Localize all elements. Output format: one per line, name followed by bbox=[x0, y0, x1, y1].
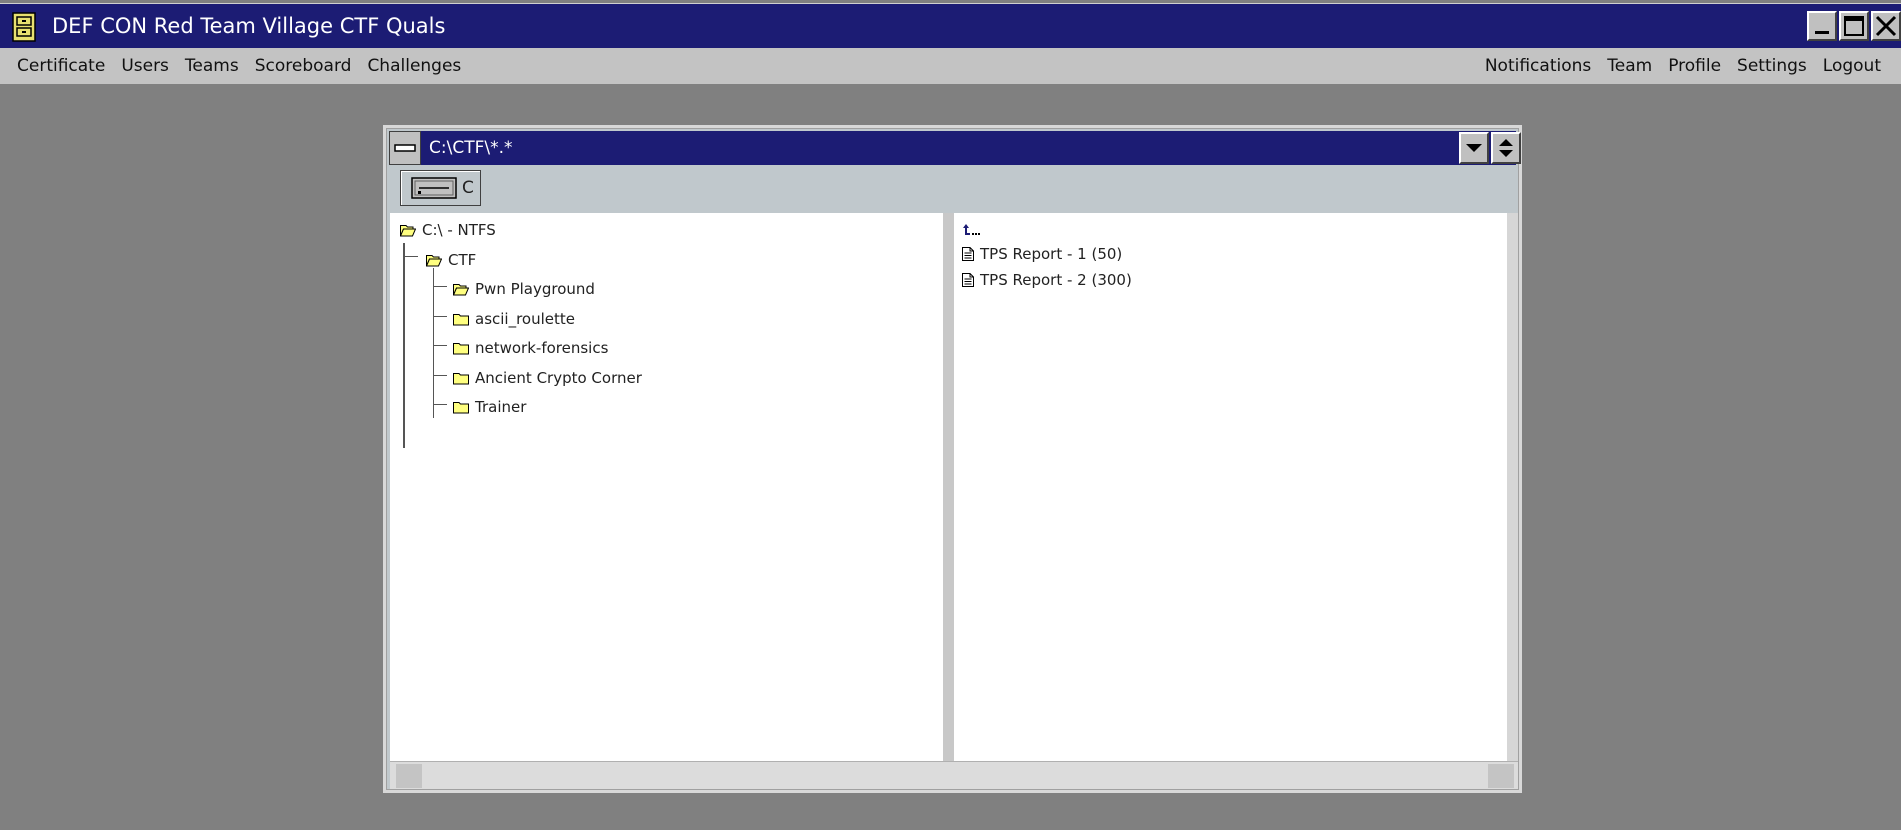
menu-profile[interactable]: Profile bbox=[1660, 48, 1729, 84]
tree-item-label: CTF bbox=[448, 251, 477, 269]
app-titlebar: DEF CON Red Team Village CTF Quals bbox=[0, 3, 1901, 48]
folder-icon bbox=[453, 401, 469, 413]
file-item-tps-report-1[interactable]: TPS Report - 1 (50) bbox=[962, 243, 1122, 265]
tree-item-label: ascii_roulette bbox=[475, 310, 575, 328]
maximize-button[interactable] bbox=[1839, 11, 1869, 41]
arrow-up-down-icon bbox=[1499, 139, 1513, 157]
file-item-label: TPS Report - 1 (50) bbox=[980, 245, 1123, 263]
document-icon bbox=[962, 247, 974, 261]
menu-settings[interactable]: Settings bbox=[1729, 48, 1815, 84]
close-button[interactable] bbox=[1871, 11, 1901, 41]
menu-logout[interactable]: Logout bbox=[1815, 48, 1889, 84]
horizontal-scrollbar[interactable] bbox=[390, 761, 1518, 789]
close-icon bbox=[1875, 15, 1897, 37]
tree-item-label: Trainer bbox=[475, 398, 527, 416]
menu-right: Notifications Team Profile Settings Logo… bbox=[1477, 48, 1889, 84]
menu-scoreboard[interactable]: Scoreboard bbox=[247, 48, 360, 84]
parent-directory-item[interactable] bbox=[962, 218, 988, 242]
menu-team[interactable]: Team bbox=[1599, 48, 1660, 84]
file-manager-titlebar: C:\CTF\*.* bbox=[389, 131, 1521, 165]
drive-c-button[interactable]: C bbox=[400, 170, 481, 206]
minimize-icon bbox=[1815, 31, 1829, 34]
tree-item-label: Ancient Crypto Corner bbox=[475, 369, 642, 387]
drive-icon bbox=[411, 177, 457, 199]
tree-item-ascii-roulette[interactable]: ascii_roulette bbox=[453, 307, 575, 331]
file-item-label: TPS Report - 2 (300) bbox=[980, 271, 1132, 289]
window-minimize-button[interactable] bbox=[1459, 132, 1489, 164]
drive-bar: C bbox=[389, 165, 1516, 213]
window-restore-button[interactable] bbox=[1491, 132, 1521, 164]
arrow-down-icon bbox=[1466, 144, 1482, 152]
tree-root-drive[interactable]: C:\ - NTFS bbox=[400, 218, 496, 242]
pane-splitter[interactable] bbox=[943, 213, 954, 761]
file-manager-title: C:\CTF\*.* bbox=[429, 138, 513, 158]
menu-teams[interactable]: Teams bbox=[177, 48, 247, 84]
open-folder-icon bbox=[426, 254, 442, 266]
tree-item-network-forensics[interactable]: network-forensics bbox=[453, 336, 608, 360]
folder-icon bbox=[453, 342, 469, 354]
open-folder-icon bbox=[453, 283, 469, 295]
scroll-right-button[interactable] bbox=[1488, 764, 1514, 788]
tree-item-pwn-playground[interactable]: Pwn Playground bbox=[453, 277, 595, 301]
scroll-left-button[interactable] bbox=[396, 764, 422, 788]
menu-notifications[interactable]: Notifications bbox=[1477, 48, 1599, 84]
folder-icon bbox=[453, 313, 469, 325]
tree-root-label: C:\ - NTFS bbox=[422, 221, 496, 239]
open-folder-icon bbox=[400, 224, 416, 236]
tree-item-ctf[interactable]: CTF bbox=[426, 248, 476, 272]
menu-certificate[interactable]: Certificate bbox=[17, 48, 113, 84]
app-title: DEF CON Red Team Village CTF Quals bbox=[52, 14, 446, 38]
menu-users[interactable]: Users bbox=[113, 48, 177, 84]
system-menu-icon bbox=[394, 144, 416, 152]
drive-label: C bbox=[462, 178, 474, 198]
tree-item-ancient-crypto-corner[interactable]: Ancient Crypto Corner bbox=[453, 366, 642, 390]
tree-item-trainer[interactable]: Trainer bbox=[453, 395, 526, 419]
folder-icon bbox=[453, 372, 469, 384]
menubar: Certificate Users Teams Scoreboard Chall… bbox=[0, 48, 1901, 84]
directory-tree-pane[interactable]: C:\ - NTFS CTF Pwn Playground ascii_roul… bbox=[390, 213, 943, 761]
menu-challenges[interactable]: Challenges bbox=[359, 48, 469, 84]
maximize-icon bbox=[1844, 16, 1864, 36]
file-cabinet-icon[interactable] bbox=[12, 12, 36, 42]
menu-left: Certificate Users Teams Scoreboard Chall… bbox=[17, 48, 469, 84]
file-list-pane[interactable]: TPS Report - 1 (50) TPS Report - 2 (300) bbox=[954, 213, 1507, 761]
file-manager-window: C:\CTF\*.* C C:\ - NTFS CTF Pwn Playgrou… bbox=[383, 125, 1522, 793]
parent-directory-icon bbox=[963, 224, 980, 235]
minimize-button[interactable] bbox=[1807, 11, 1837, 41]
document-icon bbox=[962, 273, 974, 287]
right-scroll-strip[interactable] bbox=[1507, 213, 1518, 761]
system-menu-button[interactable] bbox=[389, 131, 421, 165]
tree-item-label: Pwn Playground bbox=[475, 280, 595, 298]
tree-item-label: network-forensics bbox=[475, 339, 609, 357]
file-item-tps-report-2[interactable]: TPS Report - 2 (300) bbox=[962, 269, 1132, 291]
